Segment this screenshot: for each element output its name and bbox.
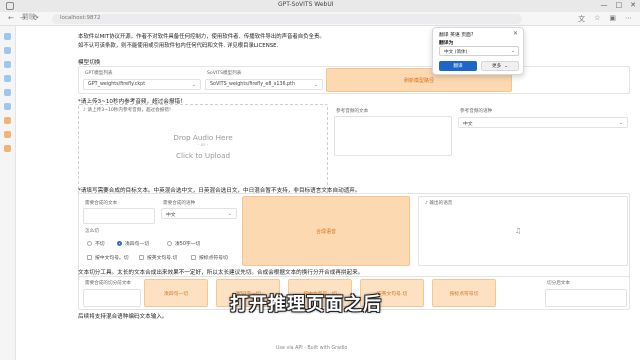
sidebar-app-icon[interactable] [4, 61, 11, 68]
menu-icon[interactable]: ⋯ [625, 14, 632, 24]
split-input-label: 需要合成的切分前文本 [85, 281, 131, 286]
split-option-5[interactable]: 按标点符号切 [191, 254, 228, 261]
output-audio-player[interactable]: ♪ 输出的语音 ♫ [418, 196, 628, 266]
translate-popup: 翻译 英语 页面? ✕ 翻译为 中文 (简体) ⌄ 翻译 更多 ⌄ [432, 27, 524, 75]
split-option-4[interactable]: 按英文句号.切 [139, 254, 177, 261]
built-with-gradio-link[interactable]: Built with Gradio [307, 346, 347, 351]
split-option-1[interactable]: 凑四句一切 [117, 240, 149, 247]
chevron-down-icon: ⌄ [510, 48, 515, 54]
sovits-model-select[interactable]: SoVITS_weights/firefly_e8_s136.pth ⌄ [205, 79, 323, 90]
sidebar-app-icon[interactable] [4, 103, 11, 110]
upload-tag: ♪ 请上传3~10秒内参考音频，超过会报错！ [83, 108, 174, 113]
url-field[interactable]: localhost:9872 [52, 14, 522, 24]
split-input-text[interactable] [83, 289, 141, 307]
translate-icon[interactable]: 文 [578, 14, 585, 24]
sidebar-app-icon[interactable] [4, 33, 11, 40]
window-titlebar: GPT-SoVITS WebUI — □ ✕ [0, 0, 640, 12]
split-option-3[interactable]: 按中文句号。切 [87, 254, 129, 261]
ref-text-label: 参考音频的文本 [336, 109, 369, 114]
output-audio-label: ♪ 输出的语音 [425, 201, 453, 206]
sidebar-app-icon[interactable] [4, 145, 11, 152]
close-icon[interactable]: ✕ [630, 1, 636, 9]
or-text: - or - [197, 143, 209, 148]
sidebar-app-icon[interactable] [4, 131, 11, 138]
split-output-label: 切分后文本 [547, 281, 570, 286]
split-label: 怎么切 [85, 229, 99, 234]
target-text-label: 需要合成的文本 [85, 201, 118, 206]
split-tool-heading: 文本切分工具。太长的文本合成出来效果不一定好，所以太长建议先切。合成会根据文本的… [78, 270, 364, 276]
target-lang-label: 需要合成的语种 [163, 201, 196, 206]
tab-icon [6, 2, 14, 10]
chevron-down-icon: ⌄ [313, 82, 318, 88]
license-notice: 本软件以MIT协议开源，作者不对软件具备任何控制力，使用软件者、传播软件导出的声… [78, 34, 325, 49]
gpt-model-select[interactable]: GPT_weights/firefly.ckpt ⌄ [83, 79, 201, 90]
footer-note: 后续将支持混合语种编码文本输入。 [78, 314, 168, 320]
target-text-input[interactable] [83, 208, 155, 224]
sidebar-app-icon[interactable] [4, 75, 11, 82]
sidebar-app-icon[interactable] [4, 89, 11, 96]
address-bar-row: ← → ⟳ localhost:9872 文 ☆ ▣ ⋯ [0, 12, 640, 26]
split-button-punctuation[interactable]: 按标点符号切 [432, 279, 496, 307]
translate-popup-title: 翻译 英语 页面? [439, 33, 474, 38]
split-option-2[interactable]: 凑50字一切 [167, 240, 200, 247]
model-section-heading: 模型切换 [78, 60, 101, 66]
maximize-icon[interactable]: □ [616, 1, 623, 9]
ref-lang-select[interactable]: 中文 ⌄ [458, 117, 628, 128]
split-option-0[interactable]: 不切 [87, 240, 105, 247]
browser-sidebar [0, 26, 16, 360]
click-upload-text: Click to Upload [175, 151, 231, 160]
watermark-logo: 剪映 [22, 13, 36, 21]
chevron-down-icon: ⌄ [504, 63, 509, 69]
sovits-model-label: SoVITS模型列表 [207, 71, 242, 76]
chevron-down-icon: ⌄ [618, 120, 623, 126]
ref-text-input[interactable] [334, 116, 452, 156]
back-icon[interactable]: ← [8, 14, 14, 22]
collections-icon[interactable]: ▣ [609, 14, 616, 24]
split-output-text[interactable] [545, 289, 627, 307]
favorite-icon[interactable]: ☆ [594, 14, 600, 24]
target-lang-select[interactable]: 中文 ⌄ [161, 208, 237, 219]
drop-audio-text: Drop Audio Here [173, 133, 233, 142]
translate-to-label: 翻译为 [439, 41, 454, 46]
chevron-down-icon: ⌄ [227, 211, 232, 217]
video-subtitle: 打开推理页面之后 [230, 294, 382, 315]
chevron-down-icon: ⌄ [191, 82, 196, 88]
sidebar-app-icon[interactable] [4, 47, 11, 54]
close-icon[interactable]: ✕ [513, 30, 518, 37]
gpt-model-label: GPT模型列表 [85, 71, 113, 76]
window-title: GPT-SoVITS WebUI [278, 1, 334, 8]
translate-language-select[interactable]: 中文 (简体) ⌄ [439, 46, 519, 56]
minimize-icon[interactable]: — [601, 1, 608, 9]
ref-lang-label: 参考音频的语种 [460, 109, 493, 114]
synthesize-button[interactable]: 合成语音 [242, 196, 410, 266]
gradio-footer: Use via API · Built with Gradio [276, 346, 348, 351]
split-button-four-sentences[interactable]: 凑四句一切 [144, 279, 208, 307]
use-api-link[interactable]: Use via API [276, 346, 303, 351]
sidebar-app-icon[interactable] [4, 117, 11, 124]
music-note-icon: ♫ [515, 227, 522, 235]
more-options-button[interactable]: 更多 ⌄ [481, 61, 519, 71]
translate-button[interactable]: 翻译 [439, 61, 477, 71]
